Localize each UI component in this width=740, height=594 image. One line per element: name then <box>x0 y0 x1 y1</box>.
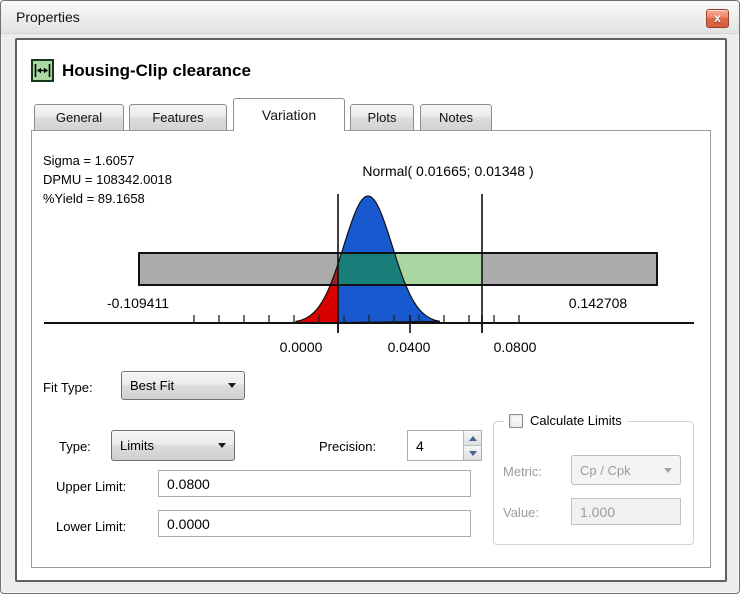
close-icon: x <box>714 10 721 25</box>
upper-limit-label: Upper Limit: <box>56 479 127 494</box>
clearance-dimension-icon <box>31 59 54 82</box>
chevron-down-icon <box>664 467 672 473</box>
tab-notes[interactable]: Notes <box>420 104 492 130</box>
precision-value: 4 <box>416 437 424 454</box>
page-title: Housing-Clip clearance <box>62 61 251 80</box>
type-label: Type: <box>59 439 91 454</box>
tab-general[interactable]: General <box>34 104 124 130</box>
calculate-limits-group: Calculate Limits Metric: Cp / Cpk Value: <box>493 413 694 545</box>
title-bar[interactable]: Properties x <box>1 1 739 34</box>
tab-variation[interactable]: Variation <box>233 98 345 131</box>
tab-plots[interactable]: Plots <box>350 104 414 130</box>
tab-plots-label: Plots <box>367 110 397 125</box>
lower-limit-input[interactable] <box>158 510 471 537</box>
value-input[interactable] <box>571 498 681 525</box>
arrow-up-icon <box>468 435 477 441</box>
tab-features-label: Features <box>152 110 204 125</box>
chevron-down-icon <box>228 383 236 388</box>
spin-up-button[interactable] <box>464 431 481 446</box>
calculate-limits-checkbox[interactable] <box>509 413 523 428</box>
tab-features[interactable]: Features <box>129 104 227 130</box>
type-value: Limits <box>120 438 154 453</box>
axis-tick-label: 0.0400 <box>388 339 431 355</box>
upper-limit-input[interactable] <box>158 470 471 497</box>
variation-tab-page: Sigma = 1.6057 DPMU = 108342.0018 %Yield… <box>31 130 711 568</box>
axis-tick-label: 0.0800 <box>494 339 537 355</box>
fit-type-value: Best Fit <box>130 378 175 393</box>
range-max-label: 0.142708 <box>569 295 628 311</box>
tab-variation-label: Variation <box>261 107 317 123</box>
metric-dropdown[interactable]: Cp / Cpk <box>571 455 681 485</box>
tab-notes-label: Notes <box>439 110 473 125</box>
distribution-label: Normal( 0.01665; 0.01348 ) <box>362 163 533 179</box>
tab-general-label: General <box>55 110 103 125</box>
calculate-limits-label: Calculate Limits <box>530 413 622 428</box>
precision-label: Precision: <box>319 439 377 454</box>
range-min-label: -0.109411 <box>107 295 169 311</box>
properties-dialog: Properties x Housing-Clip clearance Gene… <box>0 0 740 594</box>
metric-label: Metric: <box>503 464 542 479</box>
calculate-limits-title: Calculate Limits <box>504 413 627 428</box>
fit-type-label: Fit Type: <box>43 380 93 395</box>
value-label: Value: <box>503 505 539 520</box>
window-title: Properties <box>16 9 80 25</box>
axis-tick-label: 0.0000 <box>280 339 323 355</box>
spin-down-button[interactable] <box>464 446 481 460</box>
lower-limit-label: Lower Limit: <box>56 519 127 534</box>
chevron-down-icon <box>218 443 226 448</box>
close-button[interactable]: x <box>706 9 729 28</box>
variation-chart: Normal( 0.01665; 0.01348 ) 0.0000 0.0400… <box>44 163 694 355</box>
precision-spin-buttons <box>463 431 481 460</box>
fit-type-dropdown[interactable]: Best Fit <box>121 371 245 400</box>
type-dropdown[interactable]: Limits <box>111 430 235 461</box>
arrow-down-icon <box>468 450 477 456</box>
content-panel: Housing-Clip clearance General Features … <box>15 38 727 582</box>
metric-value: Cp / Cpk <box>580 462 631 478</box>
precision-stepper[interactable]: 4 <box>407 430 482 461</box>
